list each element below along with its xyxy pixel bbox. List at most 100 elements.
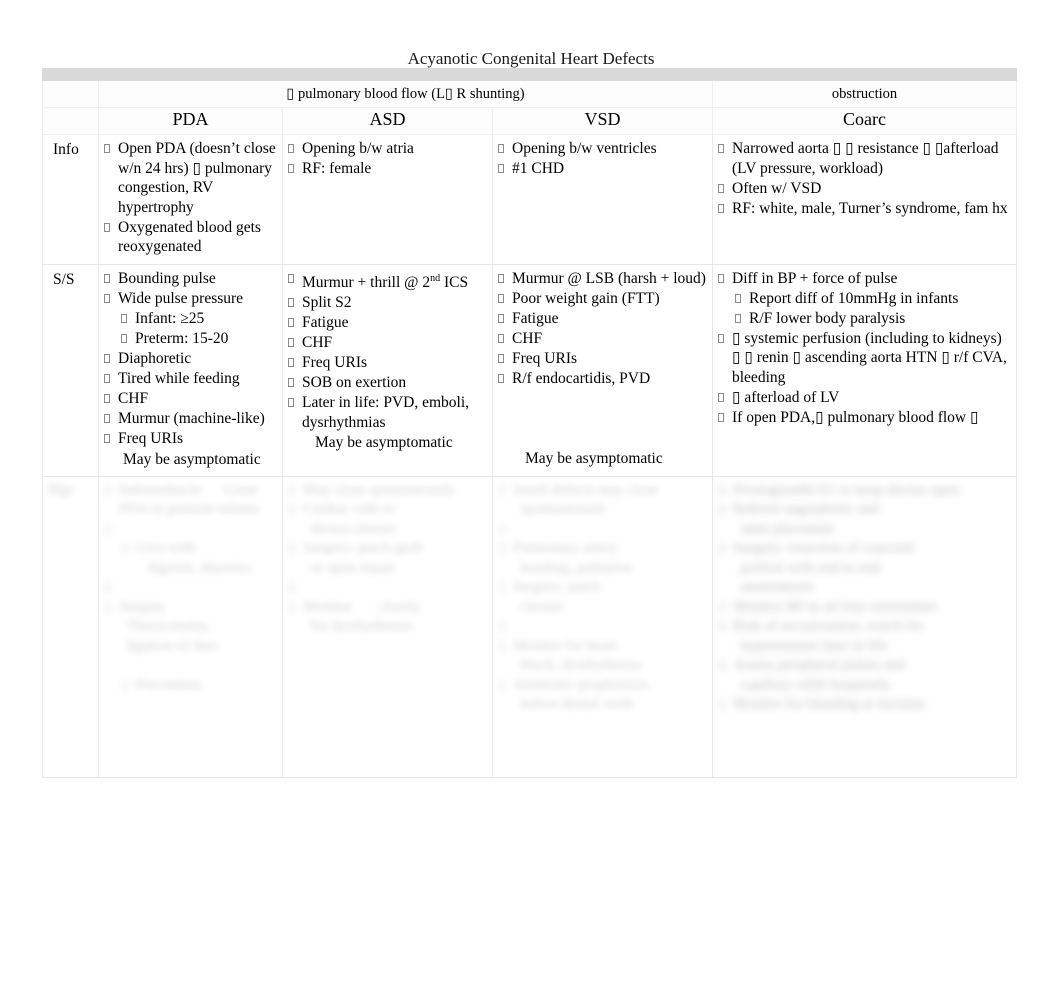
- list-item: Wide pulse pressure: [103, 289, 277, 309]
- list-item-text: Tired while feeding: [118, 370, 240, 388]
- list-item: RF: female: [287, 159, 487, 179]
- cell-ss-asd: Murmur + thrill @ 2nd ICS Split S2 Fatig…: [282, 263, 493, 477]
- bullet-glyph-icon: [735, 313, 741, 323]
- acyanotic-chd-comparison-table: ▯ pulmonary blood flow (L▯ R shunting) o…: [41, 68, 1018, 778]
- list-item-text: Split S2: [302, 293, 352, 311]
- table-top-band: [41, 68, 1018, 81]
- note-may-be-asymptomatic: May be asymptomatic: [315, 434, 453, 452]
- ordinal-suffix: nd: [430, 272, 441, 284]
- list-item: Tired while feeding: [103, 369, 277, 389]
- list-item-sub: Infant: ≥25: [103, 309, 277, 329]
- bullet-glyph-icon: [288, 317, 294, 327]
- cell-ss-pda: Bounding pulse Wide pulse pressure Infan…: [98, 263, 283, 477]
- bullet-glyph-icon: [735, 293, 741, 303]
- list-item: Prostaglandin E1 to keep ductus open: [718, 481, 1011, 501]
- list-item: Fatigue: [287, 313, 487, 333]
- list-item-sub: R/F lower body paralysis: [717, 309, 1011, 329]
- bullet-glyph-icon: [288, 273, 294, 283]
- list-item-text: Wide pulse pressure: [118, 289, 244, 307]
- bullet-glyph-icon: [498, 144, 504, 153]
- list-item-text: Infant: ≥25: [135, 309, 205, 327]
- list-item: Murmur @ LSB (harsh + loud): [497, 269, 707, 289]
- list-item: [498, 617, 707, 637]
- cell-illegible-coarc: Prostaglandin E1 to keep ductus open Bal…: [711, 475, 1018, 778]
- band-cell: [41, 68, 1018, 81]
- bullet-list-info-asd: Opening b/w atria RF: female: [287, 139, 487, 179]
- bullet-glyph-icon: [498, 374, 504, 384]
- list-item-text: Murmur + thrill @ 2nd ICS: [302, 272, 469, 291]
- list-item-text: Diaphoretic: [118, 349, 192, 367]
- list-item-sub: Give with digoxin, diuretics: [104, 539, 277, 578]
- list-item-text: Opening b/w atria: [302, 140, 414, 157]
- list-item-text: Diff in BP + force of pulse: [732, 269, 898, 287]
- bullet-list-ss-asd: Murmur + thrill @ 2nd ICS Split S2 Fatig…: [287, 269, 487, 433]
- list-item: Murmur + thrill @ 2nd ICS: [287, 269, 487, 293]
- column-header-label: [42, 107, 99, 135]
- list-item-text: If open PDA,▯ pulmonary blood flow ▯: [732, 409, 979, 427]
- list-item: Surgery: patch graft or open repair: [288, 539, 487, 578]
- bullet-glyph-icon: [718, 273, 724, 283]
- list-item-text: Bounding pulse: [118, 269, 216, 287]
- bullet-glyph-icon: [718, 144, 724, 153]
- list-item: Antibiotic prophylaxis before dental wor…: [498, 676, 707, 715]
- page-title: Acyanotic Congenital Heart Defects: [407, 49, 655, 68]
- bullet-glyph-icon: [718, 203, 724, 213]
- list-item-text: Preterm: 15-20: [135, 329, 229, 347]
- column-header-row: PDA ASD VSD Coarc: [42, 107, 1018, 135]
- list-item-text: R/F lower body paralysis: [749, 309, 906, 327]
- list-item: Later in life: PVD, emboli, dysrhythmias: [287, 393, 487, 432]
- bullet-list-info-coarc: Narrowed aorta ▯ ▯ resistance ▯ ▯afterlo…: [717, 139, 1011, 218]
- column-header-asd: ASD: [282, 107, 493, 135]
- list-item-text: Fatigue: [302, 313, 349, 331]
- list-item-text: Freq URIs: [512, 349, 578, 367]
- bullet-glyph-icon: [718, 183, 724, 193]
- bullet-list-ss-vsd: Murmur @ LSB (harsh + loud) Poor weight …: [497, 269, 707, 389]
- bullet-glyph-icon: [288, 398, 294, 408]
- list-item-text: RF: white, male, Turner’s syndrome, fam …: [732, 199, 1008, 217]
- bullet-glyph-icon: [498, 353, 504, 363]
- cell-info-pda: Open PDA (doesn’t close w/n 24 hrs) ▯ pu…: [98, 134, 283, 265]
- note-may-be-asymptomatic: May be asymptomatic: [123, 450, 261, 468]
- cell-info-coarc: Narrowed aorta ▯ ▯ resistance ▯ ▯afterlo…: [711, 134, 1018, 265]
- bullet-glyph-icon: [288, 378, 294, 388]
- list-item-sub: Preterm: 15-20: [103, 329, 277, 349]
- illegible-text-block: Small defects may close spontaneously Pu…: [498, 481, 707, 715]
- list-item: Risk of recoarctation, watch for hyperte…: [718, 617, 1011, 656]
- cell-info-asd: Opening b/w atria RF: female: [282, 134, 493, 265]
- list-item: Bounding pulse: [103, 269, 277, 289]
- group-header-row: ▯ pulmonary blood flow (L▯ R shunting) o…: [42, 80, 1018, 108]
- bullet-glyph-icon: [104, 273, 110, 283]
- list-item: CHF: [287, 333, 487, 353]
- list-item: #1 CHD: [497, 159, 707, 179]
- list-item: Opening b/w atria: [287, 139, 487, 159]
- cell-info-vsd: Opening b/w ventricles #1 CHD: [492, 134, 713, 265]
- table-row-illegible: Mgt Indomethacin Close PDA in preterm inf…: [42, 475, 1018, 778]
- list-item: Diff in BP + force of pulse: [717, 269, 1011, 289]
- list-item-text: ▯ afterload of LV: [732, 389, 840, 407]
- bullet-glyph-icon: [718, 413, 724, 423]
- list-item: Cardiac cath w/ device closure: [288, 500, 487, 539]
- list-item: Fatigue: [497, 309, 707, 329]
- list-item: [104, 578, 277, 598]
- list-item-sub: Report diff of 10mmHg in infants: [717, 289, 1011, 309]
- bullet-glyph-icon: [288, 358, 294, 368]
- bullet-glyph-icon: [104, 293, 110, 303]
- list-item-text: Open PDA (doesn’t close w/n 24 hrs) ▯ pu…: [118, 140, 276, 216]
- bullet-glyph-icon: [104, 374, 110, 384]
- list-item: CHF: [497, 329, 707, 349]
- bullet-glyph-icon: [104, 353, 110, 363]
- list-item: Pulmonary artery banding, palliative: [498, 539, 707, 578]
- cell-illegible-vsd: Small defects may close spontaneously Pu…: [492, 475, 713, 778]
- bullet-glyph-icon: [104, 222, 110, 232]
- list-item: Narrowed aorta ▯ ▯ resistance ▯ ▯afterlo…: [717, 139, 1011, 178]
- cell-illegible-asd: May close spontaneously Cardiac cath w/ …: [282, 475, 493, 778]
- bullet-glyph-icon: [498, 333, 504, 343]
- list-item: SOB on exertion: [287, 373, 487, 393]
- list-item-text: Narrowed aorta ▯ ▯ resistance ▯ ▯afterlo…: [732, 140, 999, 177]
- illegible-text-block: Prostaglandin E1 to keep ductus open Bal…: [718, 481, 1011, 715]
- list-item-text: Fatigue: [512, 309, 559, 327]
- list-item-text: Oxygenated blood gets reoxygenated: [118, 218, 261, 256]
- list-item-text: SOB on exertion: [302, 374, 407, 392]
- bullet-glyph-icon: [498, 164, 504, 174]
- list-item: Monitor BP in all four extremities: [718, 598, 1011, 618]
